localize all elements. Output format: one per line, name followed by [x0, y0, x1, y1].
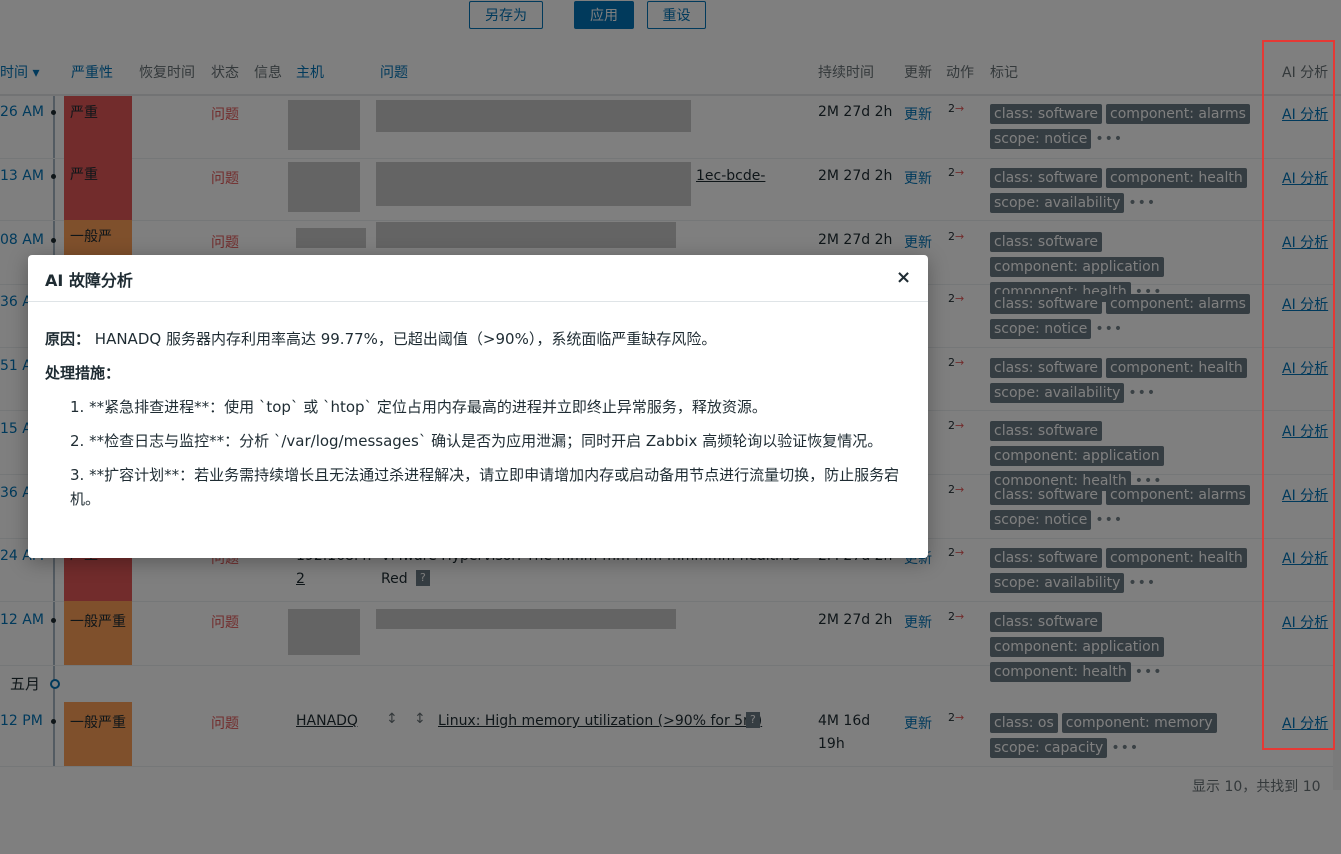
ai-analysis-dialog: AI 故障分析 × 原因： HANADQ 服务器内存利用率高达 99.77%，已… [28, 255, 928, 558]
measure-step: 3. **扩容计划**：若业务需持续增长且无法通过杀进程解决，请立即申请增加内存… [70, 466, 900, 508]
measure-step: 1. **紧急排查进程**：使用 `top` 或 `htop` 定位占用内存最高… [70, 398, 767, 416]
cause-label: 原因： [45, 330, 91, 348]
measures-list: 1. **紧急排查进程**：使用 `top` 或 `htop` 定位占用内存最高… [70, 395, 915, 511]
ai-column-highlight [1262, 40, 1335, 750]
measures-label: 处理措施： [45, 364, 121, 382]
dialog-header: AI 故障分析 × [28, 255, 928, 302]
dialog-title: AI 故障分析 [45, 271, 133, 290]
measure-step: 2. **检查日志与监控**：分析 `/var/log/messages` 确认… [70, 432, 883, 450]
cause-paragraph: 原因： HANADQ 服务器内存利用率高达 99.77%，已超出阈值（>90%）… [45, 327, 915, 351]
dialog-body: 原因： HANADQ 服务器内存利用率高达 99.77%，已超出阈值（>90%）… [45, 327, 915, 521]
close-icon[interactable]: × [896, 267, 911, 288]
cause-text: HANADQ 服务器内存利用率高达 99.77%，已超出阈值（>90%），系统面… [94, 330, 717, 348]
